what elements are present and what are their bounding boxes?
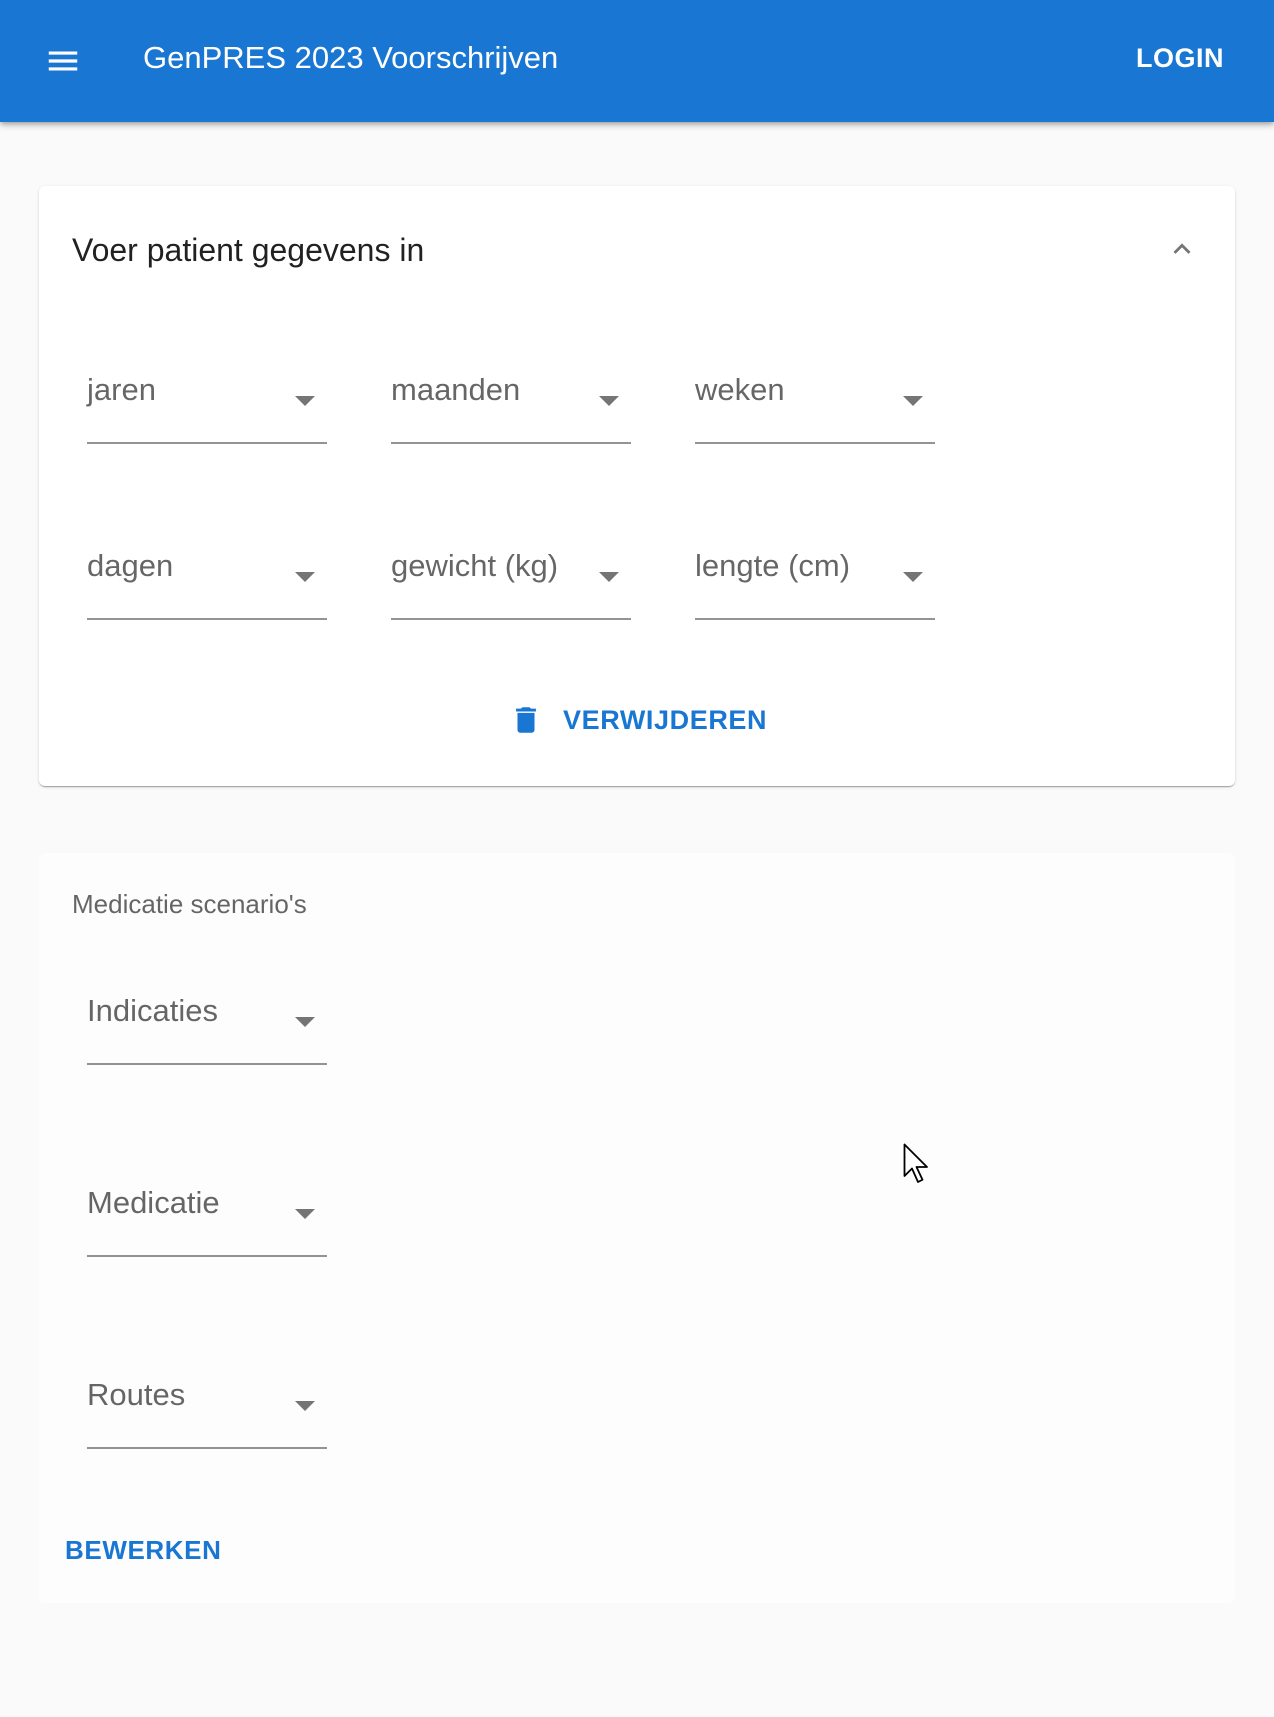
dropdown-arrow-icon	[599, 572, 619, 582]
gewicht-label: gewicht (kg)	[391, 548, 559, 583]
gewicht-select[interactable]: gewicht (kg)	[391, 536, 631, 620]
lengte-label: lengte (cm)	[695, 548, 851, 583]
weken-label: weken	[695, 372, 785, 407]
indicaties-label: Indicaties	[87, 993, 218, 1028]
medicatie-label: Medicatie	[87, 1185, 220, 1220]
mouse-cursor-icon	[903, 1143, 928, 1183]
app-bar: GenPRES 2023 Voorschrijven LOGIN	[0, 0, 1274, 122]
dagen-label: dagen	[87, 548, 174, 583]
routes-label: Routes	[87, 1377, 186, 1412]
delete-button[interactable]: VERWIJDEREN	[509, 692, 767, 748]
chevron-up-icon	[1173, 243, 1191, 254]
delete-label: VERWIJDEREN	[563, 704, 768, 735]
menu-icon	[48, 51, 78, 71]
dropdown-arrow-icon	[295, 396, 315, 406]
dropdown-arrow-icon	[295, 572, 315, 582]
dropdown-arrow-icon	[599, 396, 619, 406]
maanden-label: maanden	[391, 372, 521, 407]
routes-select[interactable]: Routes	[87, 1365, 327, 1449]
scenarios-label: Medicatie scenario's	[72, 889, 307, 919]
indicaties-select[interactable]: Indicaties	[87, 981, 327, 1065]
edit-button[interactable]: BEWERKEN	[65, 1535, 221, 1566]
jaren-label: jaren	[87, 372, 156, 407]
dropdown-arrow-icon	[295, 1401, 315, 1411]
dropdown-arrow-icon	[295, 1017, 315, 1027]
login-button[interactable]: LOGIN	[1136, 38, 1224, 78]
menu-button[interactable]	[28, 26, 98, 96]
collapse-button[interactable]	[1157, 224, 1207, 274]
weken-select[interactable]: weken	[695, 360, 935, 444]
dropdown-arrow-icon	[903, 396, 923, 406]
trash-icon	[516, 707, 536, 733]
patient-card-title: Voer patient gegevens in	[72, 232, 425, 268]
app-title: GenPRES 2023 Voorschrijven	[143, 40, 559, 75]
dropdown-arrow-icon	[903, 572, 923, 582]
maanden-select[interactable]: maanden	[391, 360, 631, 444]
dagen-select[interactable]: dagen	[87, 536, 327, 620]
medication-scenarios-card: Medicatie scenario's Indicaties Medicati…	[39, 853, 1235, 1603]
dropdown-arrow-icon	[295, 1209, 315, 1219]
patient-data-card: Voer patient gegevens in jaren maanden w…	[39, 186, 1235, 786]
lengte-select[interactable]: lengte (cm)	[695, 536, 935, 620]
jaren-select[interactable]: jaren	[87, 360, 327, 444]
medicatie-select[interactable]: Medicatie	[87, 1173, 327, 1257]
